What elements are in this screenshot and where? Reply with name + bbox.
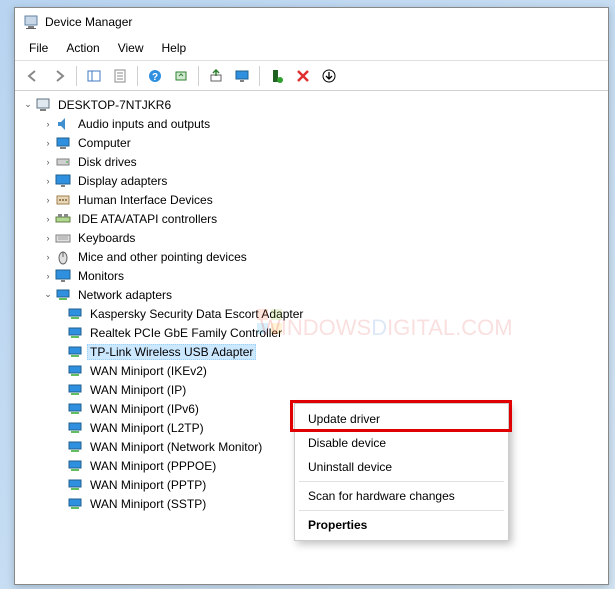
- network-adapter-icon: [67, 344, 83, 360]
- update-driver-button[interactable]: [204, 65, 228, 87]
- toolbar-separator: [76, 66, 77, 86]
- forward-button[interactable]: [47, 65, 71, 87]
- chevron-right-icon[interactable]: ›: [41, 117, 55, 131]
- chevron-right-icon[interactable]: ›: [41, 269, 55, 283]
- keyboard-icon: [55, 230, 71, 246]
- enable-button[interactable]: [265, 65, 289, 87]
- show-hide-tree-button[interactable]: [82, 65, 106, 87]
- chevron-right-icon[interactable]: ›: [41, 193, 55, 207]
- toolbar-separator: [259, 66, 260, 86]
- menu-view[interactable]: View: [110, 38, 152, 58]
- tree-category[interactable]: ›Mice and other pointing devices: [17, 247, 606, 266]
- tree-root-label: DESKTOP-7NTJKR6: [55, 97, 174, 113]
- network-icon: [55, 287, 71, 303]
- tree-category[interactable]: ›Display adapters: [17, 171, 606, 190]
- network-adapter-icon: [67, 420, 83, 436]
- tree-category[interactable]: ›Monitors: [17, 266, 606, 285]
- help-button[interactable]: ?: [143, 65, 167, 87]
- context-separator: [299, 481, 504, 482]
- tree-category[interactable]: ›Human Interface Devices: [17, 190, 606, 209]
- network-adapter-icon: [67, 477, 83, 493]
- context-update-driver[interactable]: Update driver: [298, 407, 505, 431]
- display-icon: [55, 173, 71, 189]
- tree-device[interactable]: WAN Miniport (IKEv2): [17, 361, 606, 380]
- chevron-down-icon[interactable]: ⌄: [41, 288, 55, 302]
- chevron-right-icon[interactable]: ›: [41, 155, 55, 169]
- tree-device[interactable]: Realtek PCIe GbE Family Controller: [17, 323, 606, 342]
- context-scan-hardware[interactable]: Scan for hardware changes: [298, 484, 505, 508]
- computer-icon: [35, 97, 51, 113]
- chevron-right-icon[interactable]: ›: [41, 212, 55, 226]
- menubar: File Action View Help: [15, 36, 608, 61]
- network-adapter-icon: [67, 382, 83, 398]
- network-adapter-icon: [67, 363, 83, 379]
- toolbar-separator: [137, 66, 138, 86]
- titlebar: Device Manager: [15, 8, 608, 36]
- context-separator: [299, 510, 504, 511]
- scan-hardware-button[interactable]: [169, 65, 193, 87]
- chevron-right-icon[interactable]: ›: [41, 250, 55, 264]
- uninstall-button[interactable]: [291, 65, 315, 87]
- tree-device[interactable]: WAN Miniport (IP): [17, 380, 606, 399]
- chevron-right-icon[interactable]: ›: [41, 231, 55, 245]
- chevron-right-icon[interactable]: ›: [41, 174, 55, 188]
- network-adapter-icon: [67, 401, 83, 417]
- network-adapter-icon: [67, 325, 83, 341]
- properties-button[interactable]: [108, 65, 132, 87]
- hid-icon: [55, 192, 71, 208]
- monitor-icon: [55, 268, 71, 284]
- context-properties[interactable]: Properties: [298, 513, 505, 537]
- toolbar: ?: [15, 61, 608, 91]
- monitor-button[interactable]: [230, 65, 254, 87]
- network-adapter-icon: [67, 496, 83, 512]
- mouse-icon: [55, 249, 71, 265]
- menu-action[interactable]: Action: [58, 38, 107, 58]
- tree-device-selected[interactable]: TP-Link Wireless USB Adapter: [17, 342, 606, 361]
- context-menu: Update driver Disable device Uninstall d…: [294, 403, 509, 541]
- device-manager-icon: [23, 14, 39, 30]
- ide-icon: [55, 211, 71, 227]
- network-adapter-icon: [67, 439, 83, 455]
- computer-icon: [55, 135, 71, 151]
- network-adapter-icon: [67, 458, 83, 474]
- toolbar-separator: [198, 66, 199, 86]
- menu-file[interactable]: File: [21, 38, 56, 58]
- tree-category[interactable]: ›Computer: [17, 133, 606, 152]
- down-button[interactable]: [317, 65, 341, 87]
- tree-device[interactable]: Kaspersky Security Data Escort Adapter: [17, 304, 606, 323]
- chevron-right-icon[interactable]: ›: [41, 136, 55, 150]
- menu-help[interactable]: Help: [154, 38, 195, 58]
- context-uninstall-device[interactable]: Uninstall device: [298, 455, 505, 479]
- disk-icon: [55, 154, 71, 170]
- tree-category[interactable]: ›IDE ATA/ATAPI controllers: [17, 209, 606, 228]
- chevron-down-icon[interactable]: ⌄: [21, 98, 35, 112]
- tree-category-network[interactable]: ⌄Network adapters: [17, 285, 606, 304]
- audio-icon: [55, 116, 71, 132]
- svg-text:?: ?: [152, 72, 158, 83]
- tree-category[interactable]: ›Keyboards: [17, 228, 606, 247]
- tree-category[interactable]: ›Audio inputs and outputs: [17, 114, 606, 133]
- back-button[interactable]: [21, 65, 45, 87]
- network-adapter-icon: [67, 306, 83, 322]
- context-disable-device[interactable]: Disable device: [298, 431, 505, 455]
- tree-root[interactable]: ⌄ DESKTOP-7NTJKR6: [17, 95, 606, 114]
- window-title: Device Manager: [45, 15, 132, 29]
- tree-category[interactable]: ›Disk drives: [17, 152, 606, 171]
